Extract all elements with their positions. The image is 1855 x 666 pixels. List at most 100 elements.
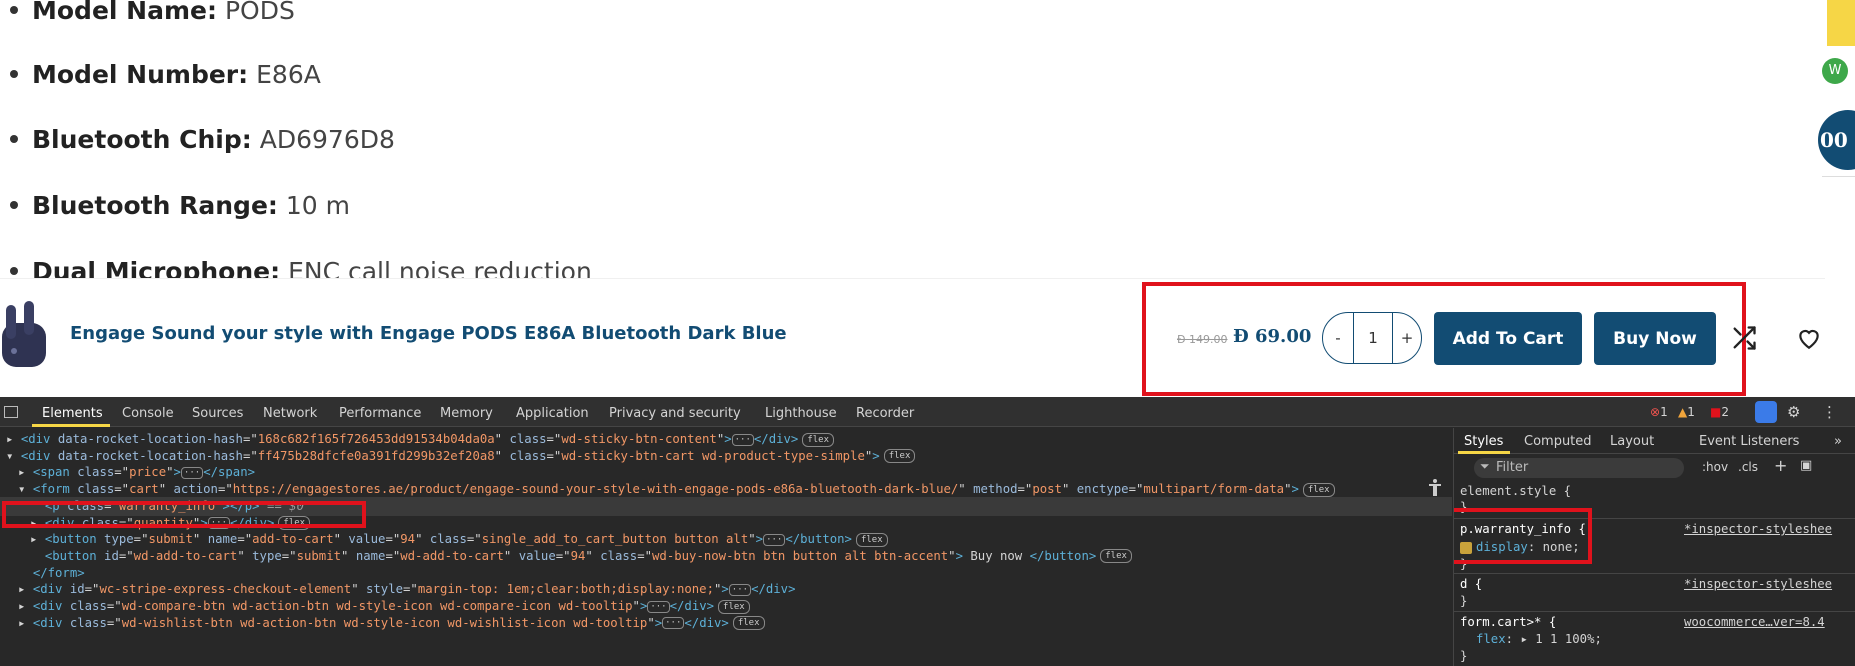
error-count[interactable]: ⊗1: [1650, 405, 1668, 419]
tab-recorder[interactable]: Recorder: [856, 406, 914, 421]
expand-arrow-icon[interactable]: ▸: [18, 599, 33, 613]
tag-bracket: >: [639, 599, 648, 613]
element-style-rule[interactable]: element.style {: [1460, 484, 1571, 498]
computed-styles-toggle-icon[interactable]: ▣: [1800, 458, 1812, 473]
issues-count[interactable]: ■2: [1710, 405, 1729, 419]
flex-badge: flex: [802, 432, 834, 447]
collapsed-content-icon[interactable]: ···: [662, 617, 685, 630]
attribute-name: id: [69, 582, 85, 597]
tab-network[interactable]: Network: [263, 406, 317, 421]
screen: Model Name: PODS Model Number: E86A Blueto…: [0, 0, 1855, 666]
tab-performance[interactable]: Performance: [339, 406, 421, 421]
quantity-increase-button[interactable]: +: [1393, 329, 1421, 347]
attribute-quote: ": [341, 548, 356, 563]
sticky-add-to-cart-bar: Engage Sound your style with Engage PODS…: [0, 278, 1825, 396]
tab-computed[interactable]: Computed: [1524, 434, 1592, 449]
tab-console[interactable]: Console: [122, 406, 174, 421]
tag-name: <button: [44, 532, 105, 547]
ai-assistance-icon[interactable]: [1755, 401, 1777, 423]
attribute-quote: ": [494, 448, 510, 463]
d-rule-selector[interactable]: d {: [1460, 577, 1482, 591]
expand-arrow-icon[interactable]: ▸: [18, 465, 33, 479]
tag-bracket: >: [872, 448, 880, 463]
attribute-quote: =": [106, 599, 122, 613]
attribute-quote: =": [114, 465, 130, 480]
collapsed-content-icon[interactable]: ···: [763, 533, 786, 546]
bullet-icon: [10, 267, 18, 275]
collapsed-content-icon[interactable]: ···: [647, 600, 670, 613]
hov-toggle[interactable]: :hov: [1702, 460, 1728, 474]
expand-arrow-icon[interactable]: ▸: [30, 532, 45, 546]
attribute-quote: =": [555, 548, 571, 563]
quantity-input[interactable]: 1: [1353, 313, 1393, 363]
new-style-rule-icon[interactable]: +: [1774, 456, 1787, 475]
tab-layout[interactable]: Layout: [1610, 434, 1654, 449]
tab-sources[interactable]: Sources: [192, 406, 243, 421]
attribute-value: wc-stripe-express-checkout-element: [99, 582, 352, 597]
attribute-quote: ": [958, 482, 974, 497]
expand-arrow-icon[interactable]: ▸: [18, 582, 33, 596]
side-banner[interactable]: [1827, 0, 1855, 46]
rule-source-link[interactable]: *inspector-styleshee: [1684, 522, 1832, 536]
tab-memory[interactable]: Memory: [440, 406, 493, 421]
tab-elements[interactable]: Elements: [42, 406, 103, 421]
whatsapp-badge[interactable]: W: [1822, 58, 1848, 84]
expand-arrow-icon[interactable]: ▸: [6, 432, 21, 446]
rule-source-link[interactable]: *inspector-styleshee: [1684, 577, 1832, 591]
attribute-quote: =": [217, 482, 233, 497]
tag-bracket: >: [654, 615, 663, 630]
form-cart-rule-selector[interactable]: form.cart>* {: [1460, 615, 1556, 629]
spec-value: ENC call noise reduction: [288, 256, 592, 281]
spec-value: 10 m: [285, 190, 351, 220]
collapsed-content-icon[interactable]: ···: [728, 583, 752, 596]
attribute-value: add-to-cart: [252, 532, 334, 547]
attribute-quote: =": [1017, 482, 1033, 497]
tab-privacy-and-security[interactable]: Privacy and security: [609, 406, 741, 421]
sale-price-value: 69.00: [1255, 326, 1312, 347]
product-thumbnail: [2, 301, 46, 367]
old-price-value: 149.00: [1189, 333, 1228, 346]
sticky-product-title[interactable]: Engage Sound your style with Engage PODS…: [70, 323, 787, 344]
attribute-value: wd-add-to-cart: [133, 548, 238, 563]
attribute-quote: =": [1128, 482, 1144, 497]
warning-count[interactable]: ▲1: [1678, 405, 1695, 419]
accessibility-icon[interactable]: [1427, 478, 1443, 496]
attribute-value: submit: [296, 548, 341, 563]
attribute-value: single_add_to_cart_button button alt: [481, 532, 749, 547]
form-cart-rule-declaration[interactable]: flex: ▸ 1 1 100%;: [1476, 632, 1602, 646]
spec-item-dual-microphone: Dual Microphone: ENC call noise reduction: [10, 251, 592, 280]
tab-application[interactable]: Application: [516, 406, 589, 421]
tab-event-listeners[interactable]: Event Listeners: [1699, 434, 1799, 449]
styles-filter-input[interactable]: Filter: [1474, 458, 1684, 478]
dom-node-line[interactable]: ▸ <div class="wd-wishlist-btn wd-action-…: [18, 614, 765, 633]
quantity-decrease-button[interactable]: -: [1323, 329, 1353, 347]
rule-source-link[interactable]: woocommerce…ver=8.4: [1684, 615, 1825, 629]
dom-node-line[interactable]: <button id="wd-add-to-cart" type="submit…: [30, 547, 1132, 566]
add-to-cart-button[interactable]: Add To Cart: [1434, 312, 1582, 365]
tag-name: <button: [44, 548, 105, 563]
tag-name: <div: [32, 582, 70, 597]
attribute-quote: ": [632, 599, 640, 613]
highlight-box: [1454, 508, 1592, 564]
more-tabs-chevron-icon[interactable]: »: [1834, 434, 1842, 449]
compare-icon[interactable]: [1730, 324, 1758, 352]
expand-arrow-icon[interactable]: ▾: [18, 482, 33, 496]
spec-label: Bluetooth Chip:: [32, 124, 252, 154]
tab-lighthouse[interactable]: Lighthouse: [765, 406, 837, 421]
warning-count-value: 1: [1687, 405, 1695, 419]
collapsed-content-icon[interactable]: ···: [180, 466, 204, 479]
more-options-icon[interactable]: ⋮: [1822, 403, 1837, 421]
attribute-name: type: [252, 548, 282, 563]
settings-gear-icon[interactable]: ⚙: [1787, 403, 1800, 421]
cls-toggle[interactable]: .cls: [1738, 460, 1758, 474]
expand-arrow-icon[interactable]: ▸: [18, 616, 33, 630]
collapsed-content-icon[interactable]: ···: [731, 433, 754, 446]
buy-now-button[interactable]: Buy Now: [1594, 312, 1716, 365]
elements-dom-tree[interactable]: ▸ <div data-rocket-location-hash="168c68…: [0, 428, 1452, 666]
attribute-name: class: [77, 482, 115, 497]
expand-arrow-icon[interactable]: ▾: [6, 449, 21, 463]
tab-styles[interactable]: Styles: [1464, 434, 1503, 449]
wishlist-heart-icon[interactable]: [1796, 325, 1822, 351]
device-toolbar-icon[interactable]: [4, 406, 18, 418]
